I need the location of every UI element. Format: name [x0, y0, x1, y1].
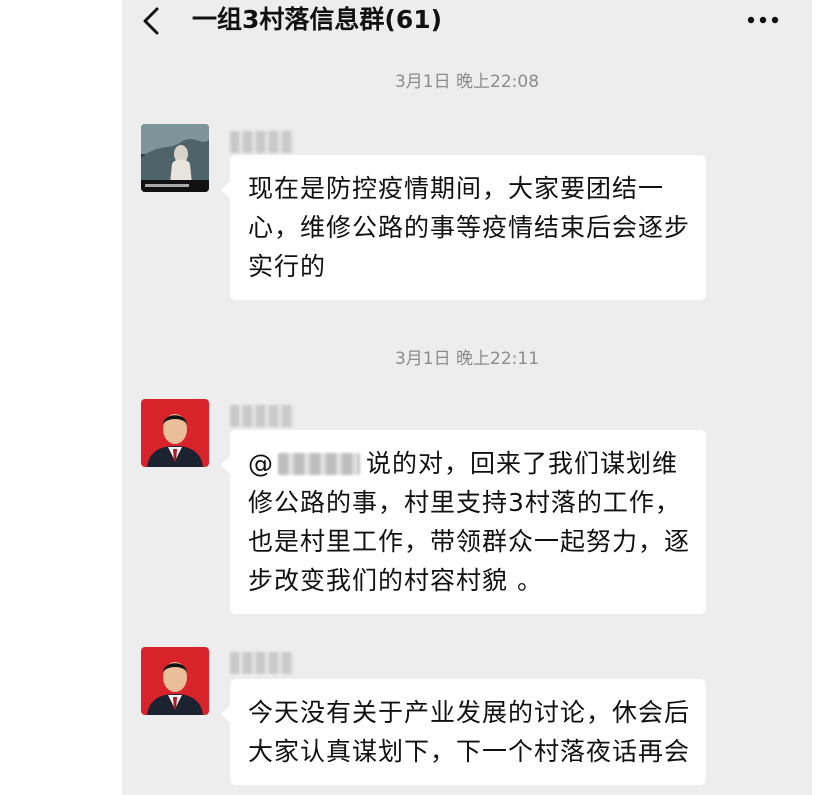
chat-window: 一组3村落信息群(61) 3月1日 晚上22:08 现在是防控疫情期间，大家要团… [122, 0, 812, 795]
mention-at: @ [248, 449, 274, 478]
message-bubble[interactable]: 现在是防控疫情期间，大家要团结一心，维修公路的事等疫情结束后会逐步实行的 [221, 155, 706, 300]
sender-name-blurred [230, 405, 294, 427]
message-timestamp: 3月1日 晚上22:11 [394, 349, 540, 369]
more-dots-icon[interactable] [746, 10, 780, 30]
sender-name-blurred [230, 131, 294, 153]
chevron-left-icon[interactable] [140, 6, 164, 36]
sender-name-blurred [230, 652, 294, 674]
avatar[interactable] [141, 124, 209, 192]
mention-name-blurred [278, 453, 360, 475]
chat-header: 一组3村落信息群(61) [122, 0, 812, 48]
message-timestamp: 3月1日 晚上22:08 [394, 72, 540, 92]
avatar[interactable] [141, 647, 209, 715]
message-text: 今天没有关于产业发展的讨论，休会后大家认真谋划下，下一个村落夜话再会 [248, 698, 691, 766]
chat-title: 一组3村落信息群(61) [192, 5, 443, 34]
message-bubble[interactable]: 今天没有关于产业发展的讨论，休会后大家认真谋划下，下一个村落夜话再会 [221, 679, 706, 785]
message-text: 现在是防控疫情期间，大家要团结一心，维修公路的事等疫情结束后会逐步实行的 [248, 174, 691, 281]
avatar[interactable] [141, 399, 209, 467]
message-bubble[interactable]: @ 说的对，回来了我们谋划维修公路的事，村里支持3村落的工作，也是村里工作，带领群… [221, 430, 706, 614]
